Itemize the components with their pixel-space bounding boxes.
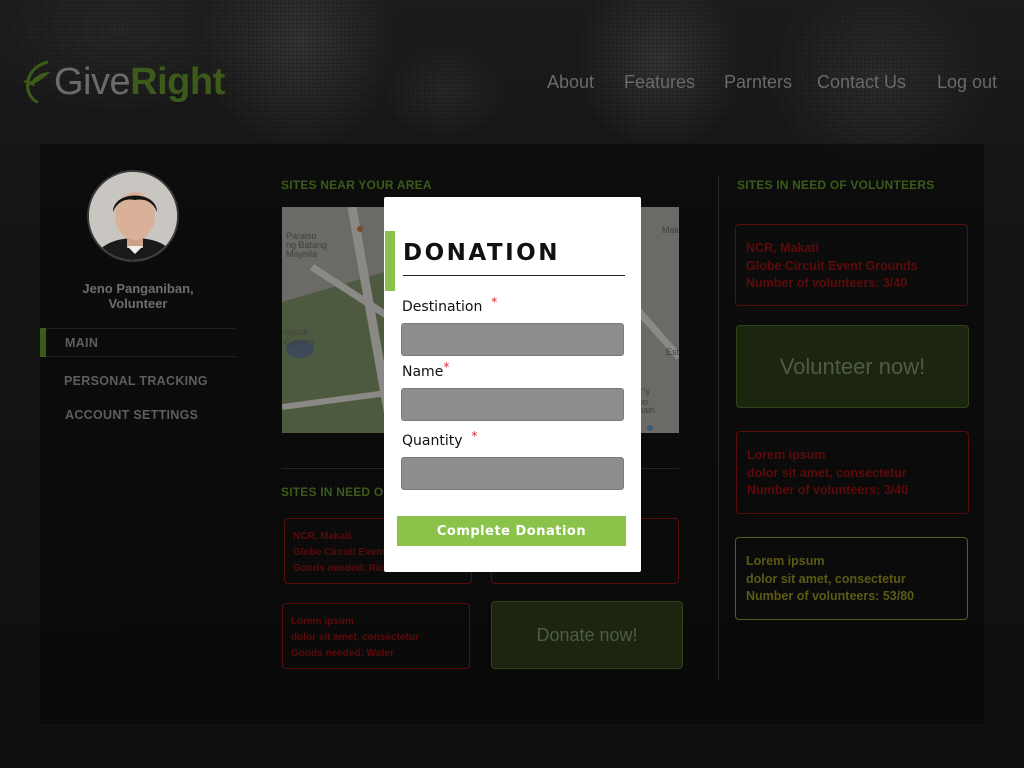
- site-location: NCR, Makati: [746, 241, 819, 255]
- site-location: Lorem ipsum: [746, 554, 825, 568]
- map-label: Esta: [666, 347, 679, 357]
- name-label-text: Name: [402, 364, 444, 380]
- top-nav: About Features Parnters Contact Us Log o…: [0, 72, 1024, 96]
- sidebar-item-account-settings[interactable]: ACCOUNT SETTINGS: [65, 408, 198, 422]
- complete-donation-button[interactable]: Complete Donation: [397, 516, 626, 546]
- map-label: Garden: [284, 337, 315, 347]
- quantity-label: Quantity *: [402, 429, 477, 449]
- required-marker: *: [491, 295, 498, 309]
- donate-now-button[interactable]: Donate now!: [491, 601, 683, 669]
- profile-name: Jeno Panganiban, Volunteer: [60, 281, 216, 311]
- sidebar-active-indicator: [40, 328, 46, 357]
- map-label: Maynila: [286, 249, 318, 259]
- nav-features[interactable]: Features: [624, 72, 695, 93]
- nav-contact-us[interactable]: Contact Us: [817, 72, 906, 93]
- site-location: Lorem ipsum: [747, 448, 826, 462]
- sidebar-item-main-label[interactable]: MAIN: [65, 336, 98, 350]
- avatar[interactable]: [87, 170, 179, 262]
- sidebar-item-personal-tracking[interactable]: PERSONAL TRACKING: [64, 374, 208, 388]
- volunteer-site-card[interactable]: Lorem ipsum dolor sit amet, consectetur …: [735, 537, 968, 620]
- site-volunteer-count: Number of volunteers: 3/40: [747, 483, 909, 497]
- modal-title-underline: [403, 275, 625, 276]
- modal-title: DONATION: [403, 240, 560, 266]
- donation-site-card[interactable]: Lorem ipsum dolor sit amet, consectetur …: [282, 603, 470, 669]
- volunteer-site-card[interactable]: NCR, Makati Globe Circuit Event Grounds …: [735, 224, 968, 306]
- site-venue: dolor sit amet, consectetur: [291, 632, 419, 643]
- quantity-label-text: Quantity: [402, 433, 463, 449]
- nav-about[interactable]: About: [547, 72, 594, 93]
- column-divider: [718, 176, 719, 681]
- destination-label-text: Destination: [402, 299, 483, 315]
- user-photo: [89, 172, 177, 260]
- volunteer-now-button[interactable]: Volunteer now!: [736, 325, 969, 408]
- nav-partners[interactable]: Parnters: [724, 72, 792, 93]
- profile-role: Volunteer: [108, 296, 168, 311]
- required-marker: *: [443, 360, 450, 374]
- site-venue: dolor sit amet, consectetur: [747, 465, 907, 480]
- site-venue: dolor sit amet, consectetur: [746, 571, 906, 586]
- nav-log-out[interactable]: Log out: [937, 72, 997, 93]
- site-venue: Globe Circuit Event Grounds: [746, 258, 918, 273]
- name-input[interactable]: [401, 388, 624, 421]
- map-label: ogical: [284, 327, 308, 337]
- destination-label: Destination *: [402, 295, 497, 315]
- site-need: Goods needed: Water: [291, 648, 394, 659]
- modal-accent-bar: [385, 231, 395, 291]
- site-volunteer-count: Number of volunteers: 53/80: [746, 589, 915, 603]
- site-location: Lorem ipsum: [291, 616, 354, 627]
- map-label: Malu: [662, 225, 679, 235]
- profile-full-name: Jeno Panganiban,: [82, 281, 194, 296]
- sites-near-area-heading: SITES NEAR YOUR AREA: [281, 178, 432, 192]
- name-label: Name*: [402, 360, 449, 380]
- volunteer-site-card[interactable]: Lorem ipsum dolor sit amet, consectetur …: [736, 431, 969, 514]
- sites-need-donations-heading: SITES IN NEED OF: [281, 485, 391, 499]
- quantity-input[interactable]: [401, 457, 624, 490]
- site-volunteer-count: Number of volunteers: 3/40: [746, 276, 908, 290]
- required-marker: *: [471, 429, 478, 443]
- sites-need-volunteers-heading: SITES IN NEED OF VOLUNTEERS: [737, 178, 935, 192]
- destination-input[interactable]: [401, 323, 624, 356]
